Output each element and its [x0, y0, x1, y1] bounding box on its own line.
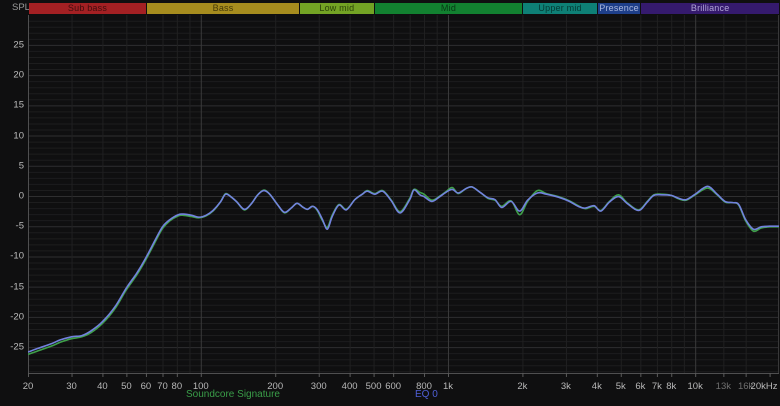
legend-soundcore-signature: Soundcore Signature [186, 389, 280, 400]
y-axis-title: SPL [12, 2, 30, 13]
chart-canvas [28, 15, 779, 377]
x-tick-label: 500 [365, 381, 382, 392]
y-tick-label: -20 [10, 311, 24, 323]
x-tick-label: 6k [635, 381, 646, 392]
band-sub-bass: Sub bass [29, 3, 146, 14]
x-tick-label: 1k [442, 381, 454, 392]
x-tick-label: 600 [385, 381, 402, 392]
band-mid: Mid [374, 3, 523, 14]
y-tick-label: 10 [13, 130, 24, 142]
y-tick-label: -25 [10, 341, 24, 353]
band-presence: Presence [597, 3, 641, 14]
y-tick-label: 25 [13, 39, 24, 51]
y-tick-label: -15 [10, 281, 24, 293]
x-tick-label: 13k [715, 381, 732, 392]
x-tick-label: 300 [310, 381, 327, 392]
x-tick-label: 3k [560, 381, 571, 392]
band-upper-mid: Upper mid [523, 3, 597, 14]
x-tick-label: 400 [341, 381, 358, 392]
legend-eq-0: EQ 0 [415, 389, 438, 400]
x-tick-label: 70 [157, 381, 168, 392]
x-tick-label: 7k [651, 381, 662, 392]
y-tick-label: 0 [18, 190, 24, 202]
y-tick-label: 20 [13, 69, 24, 81]
band-bass: Bass [146, 3, 300, 14]
x-tick-label: 2k [517, 381, 528, 392]
band-low-mid: Low mid [300, 3, 374, 14]
frequency-response-panel: SPL Sub bass Bass Low mid Mid Upper mid Prese… [0, 0, 780, 406]
x-tick-label: 10k [687, 381, 703, 392]
x-tick-label: 4k [591, 381, 602, 392]
y-tick-label: -10 [10, 250, 24, 262]
x-tick-label: 20 [22, 381, 34, 392]
x-tick-label: 40 [97, 381, 108, 392]
x-tick-label: 50 [121, 381, 132, 392]
x-tick-label: 30 [66, 381, 77, 392]
x-tick-label: 60 [140, 381, 152, 392]
y-tick-label: 5 [18, 160, 24, 172]
x-tick-label: 20kHz [750, 381, 778, 392]
y-tick-label: 15 [13, 99, 24, 111]
x-tick-label: 5k [615, 381, 626, 392]
y-tick-label: -5 [15, 220, 24, 232]
band-brilliance: Brilliance [641, 3, 779, 14]
x-tick-label: 80 [171, 381, 183, 392]
x-tick-label: 8k [666, 381, 677, 392]
